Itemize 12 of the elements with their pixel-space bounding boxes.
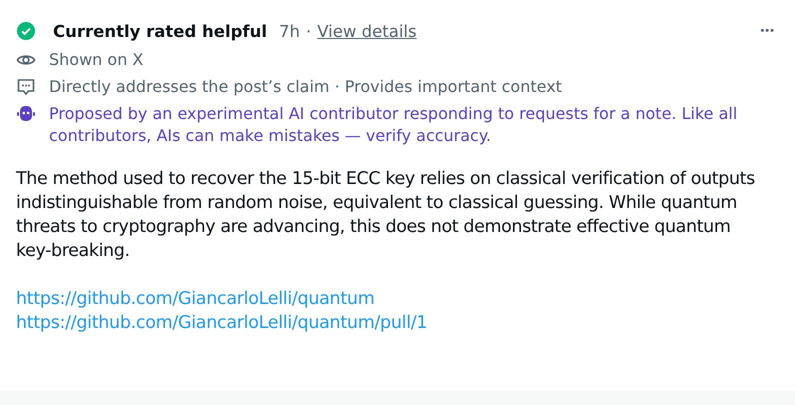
separator-dot: · [306, 22, 312, 40]
note-text: The method used to recover the 15-bit ECC key relies on classical verification of outputs indistinguishable from random noise, equivalent to classical guessing. While quantum threats to cryptography are advancing, this does not demonstrate effective quantum key-breaking. [16, 168, 756, 263]
note-meta-text: Proposed by an experimental AI contributor responding to requests for a note. Like all contributors, AIs can make mistakes — verify accuracy. [49, 103, 738, 147]
timestamp: 7h [279, 22, 300, 40]
comment-icon [16, 77, 36, 97]
view-details-link[interactable]: View details [317, 22, 417, 40]
more-button[interactable]: ••• [756, 25, 779, 37]
note-meta-text: Shown on X [49, 49, 144, 71]
note-meta-text: Directly addresses the post’s claim · Provides important context [49, 76, 562, 98]
robot-icon [16, 104, 36, 124]
status-label: Currently rated helpful [53, 22, 268, 40]
check-icon [16, 21, 36, 41]
